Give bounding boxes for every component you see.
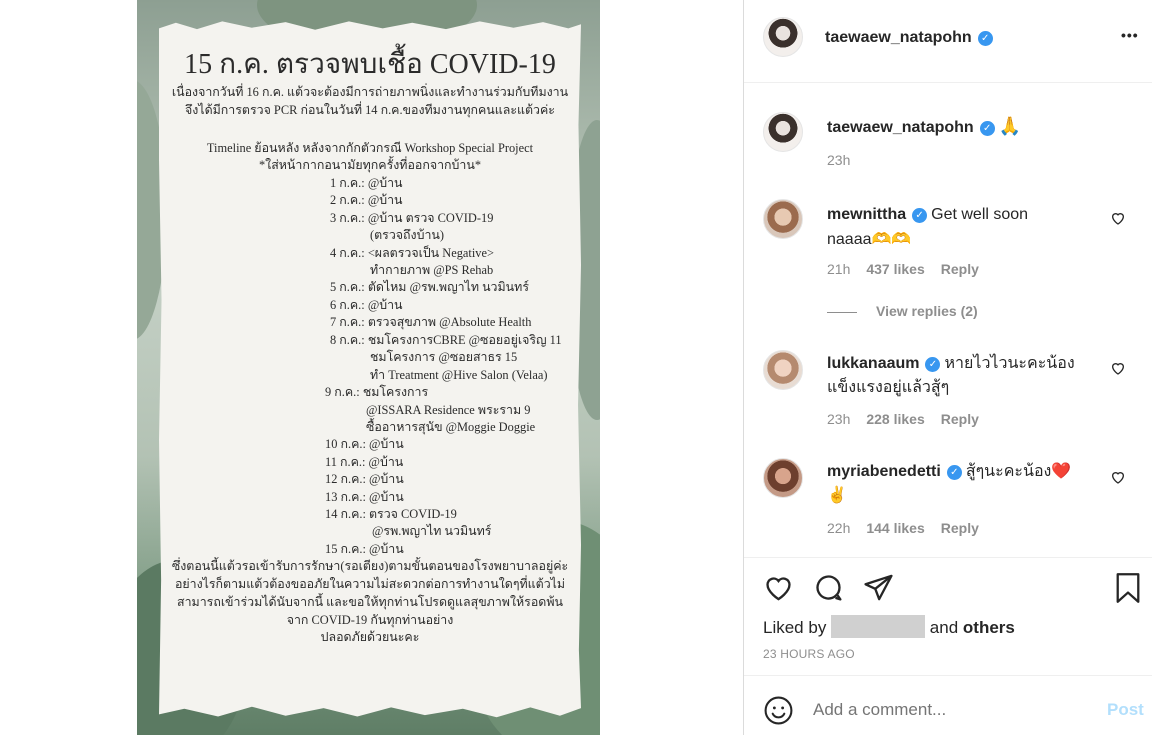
poster-timeline-note: *ใส่หน้ากากอนามัยทุกครั้งที่ออกจากบ้าน* bbox=[258, 158, 482, 172]
poster-intro-line: เนื่องจากวันที่ 16 ก.ค. แต้วจะต้องมีการถ… bbox=[171, 85, 569, 99]
comment-body: mewnittha ✓ Get well soon naaaa🫶🫶 bbox=[827, 202, 1107, 252]
comment-bubble-icon[interactable] bbox=[813, 572, 844, 603]
comment-text-cont: naaaa🫶🫶 bbox=[827, 231, 912, 248]
comment-text: หายไวไวนะคะน้อง bbox=[944, 355, 1075, 372]
comment-username[interactable]: lukkanaaum bbox=[827, 355, 919, 372]
post-photo[interactable]: 15 ก.ค. ตรวจพบเชื้อ COVID-19 เนื่องจากวั… bbox=[137, 0, 600, 735]
save-bookmark-icon[interactable] bbox=[1114, 572, 1142, 604]
like-heart-icon[interactable] bbox=[763, 572, 794, 603]
owner-avatar[interactable] bbox=[763, 17, 803, 57]
comment-username[interactable]: mewnittha bbox=[827, 206, 906, 223]
verified-badge-icon: ✓ bbox=[912, 208, 928, 223]
post-side-panel: taewaew_natapohn ✓ ••• taewaew_natapohn ✓ 🙏… bbox=[743, 0, 1152, 735]
timeline-line: 12 ก.ค.: @บ้าน bbox=[325, 472, 404, 486]
header-username-text[interactable]: taewaew_natapohn bbox=[825, 29, 972, 46]
caption-avatar[interactable] bbox=[763, 112, 803, 152]
reply-button[interactable]: Reply bbox=[941, 520, 979, 536]
comment-meta: 21h 437 likes Reply bbox=[827, 261, 995, 277]
comment-body: myriabenedetti ✓ สู้ๆนะคะน้อง❤️ ✌️ bbox=[827, 460, 1107, 508]
comment-body: lukkanaaum ✓ หายไวไวนะคะน้อง แข็งแรงอยู่แล… bbox=[827, 352, 1107, 400]
timeline-line: 2 ก.ค.: @บ้าน bbox=[330, 193, 403, 207]
comment-like-heart-icon[interactable] bbox=[1110, 210, 1126, 226]
timeline-line: ชมโครงการ @ซอยสาธร 15 bbox=[370, 350, 518, 364]
view-replies-button[interactable]: View replies (2) bbox=[876, 303, 978, 319]
comment-username[interactable]: myriabenedetti bbox=[827, 463, 941, 480]
redacted-username[interactable] bbox=[831, 615, 926, 638]
view-replies-line bbox=[827, 312, 857, 313]
comment-meta: 23h 228 likes Reply bbox=[827, 411, 995, 427]
comment-text-cont: แข็งแรงอยู่แล้วสู้ๆ bbox=[827, 379, 950, 396]
caption-username[interactable]: taewaew_natapohn bbox=[827, 119, 974, 136]
caption-text: 🙏 bbox=[998, 116, 1022, 136]
comment-time[interactable]: 22h bbox=[827, 520, 850, 536]
comment-likes[interactable]: 144 likes bbox=[866, 520, 924, 536]
comment-avatar[interactable] bbox=[763, 199, 803, 239]
caption-author: taewaew_natapohn ✓ 🙏 bbox=[827, 116, 1021, 137]
actions-divider bbox=[744, 557, 1152, 558]
header-divider bbox=[744, 82, 1152, 83]
share-paper-plane-icon[interactable] bbox=[863, 572, 894, 603]
comment-text: สู้ๆนะคะน้อง❤️ bbox=[965, 463, 1072, 480]
comment-likes[interactable]: 437 likes bbox=[866, 261, 924, 277]
emoji-smiley-icon[interactable] bbox=[763, 695, 794, 726]
likes-summary: Liked by and others bbox=[763, 615, 1015, 638]
verified-badge-icon: ✓ bbox=[979, 121, 995, 136]
comment-divider bbox=[744, 675, 1152, 676]
reply-button[interactable]: Reply bbox=[941, 261, 979, 277]
poster-closing-line: ปลอดภัยด้วยนะคะ bbox=[320, 630, 420, 644]
timeline-line: 9 ก.ค.: ชมโครงการ bbox=[325, 385, 429, 399]
timeline-line: (ตรวจถึงบ้าน) bbox=[370, 228, 445, 242]
comment-text: Get well soon bbox=[931, 206, 1029, 223]
liked-by-label: Liked by bbox=[763, 618, 827, 637]
poster-closing-line: สามารถเข้าร่วมได้นับจากนี้ และขอให้ทุกท่… bbox=[177, 595, 563, 609]
add-comment-input[interactable] bbox=[813, 696, 1083, 724]
post-timestamp[interactable]: 23 HOURS AGO bbox=[763, 647, 855, 661]
comment-time[interactable]: 23h bbox=[827, 411, 850, 427]
timeline-line: 10 ก.ค.: @บ้าน bbox=[325, 437, 404, 451]
timeline-line: @รพ.พญาไท นวมินทร์ bbox=[372, 524, 492, 538]
comment-avatar[interactable] bbox=[763, 350, 803, 390]
timeline-line: 5 ก.ค.: ตัดไหม @รพ.พญาไท นวมินทร์ bbox=[330, 280, 529, 294]
liked-by-and: and bbox=[929, 618, 959, 637]
reply-button[interactable]: Reply bbox=[941, 411, 979, 427]
poster-closing-line: อย่างไรก็ตามแต้วต้องขออภัยในความไม่สะดวก… bbox=[174, 577, 566, 591]
caption-time[interactable]: 23h bbox=[827, 152, 850, 168]
comment-like-heart-icon[interactable] bbox=[1110, 360, 1126, 376]
verified-badge-icon: ✓ bbox=[946, 465, 962, 480]
post-comment-button[interactable]: Post bbox=[1107, 700, 1144, 720]
timeline-line: 7 ก.ค.: ตรวจสุขภาพ @Absolute Health bbox=[330, 315, 532, 329]
post-media: 15 ก.ค. ตรวจพบเชื้อ COVID-19 เนื่องจากวั… bbox=[0, 0, 743, 735]
poster-closing-line: ซึ่งตอนนี้แต้วรอเข้ารับการรักษา(รอเตียง)… bbox=[171, 559, 569, 573]
liked-by-others-link[interactable]: others bbox=[963, 618, 1015, 637]
comment-meta: 22h 144 likes Reply bbox=[827, 520, 995, 536]
comment-likes[interactable]: 228 likes bbox=[866, 411, 924, 427]
comment-text-cont: ✌️ bbox=[827, 487, 847, 504]
poster-title: 15 ก.ค. ตรวจพบเชื้อ COVID-19 bbox=[184, 49, 556, 80]
header-username[interactable]: taewaew_natapohn ✓ bbox=[825, 29, 993, 47]
comment-like-heart-icon[interactable] bbox=[1110, 469, 1126, 485]
verified-badge-icon: ✓ bbox=[925, 357, 941, 372]
comment-time[interactable]: 21h bbox=[827, 261, 850, 277]
verified-badge-icon: ✓ bbox=[977, 31, 993, 46]
poster-intro-line: จึงได้มีการตรวจ PCR ก่อนในวันที่ 14 ก.ค.… bbox=[185, 103, 555, 117]
more-options-button[interactable]: ••• bbox=[1121, 27, 1139, 43]
announcement-paper: 15 ก.ค. ตรวจพบเชื้อ COVID-19 เนื่องจากวั… bbox=[159, 21, 581, 718]
comment-avatar[interactable] bbox=[763, 458, 803, 498]
